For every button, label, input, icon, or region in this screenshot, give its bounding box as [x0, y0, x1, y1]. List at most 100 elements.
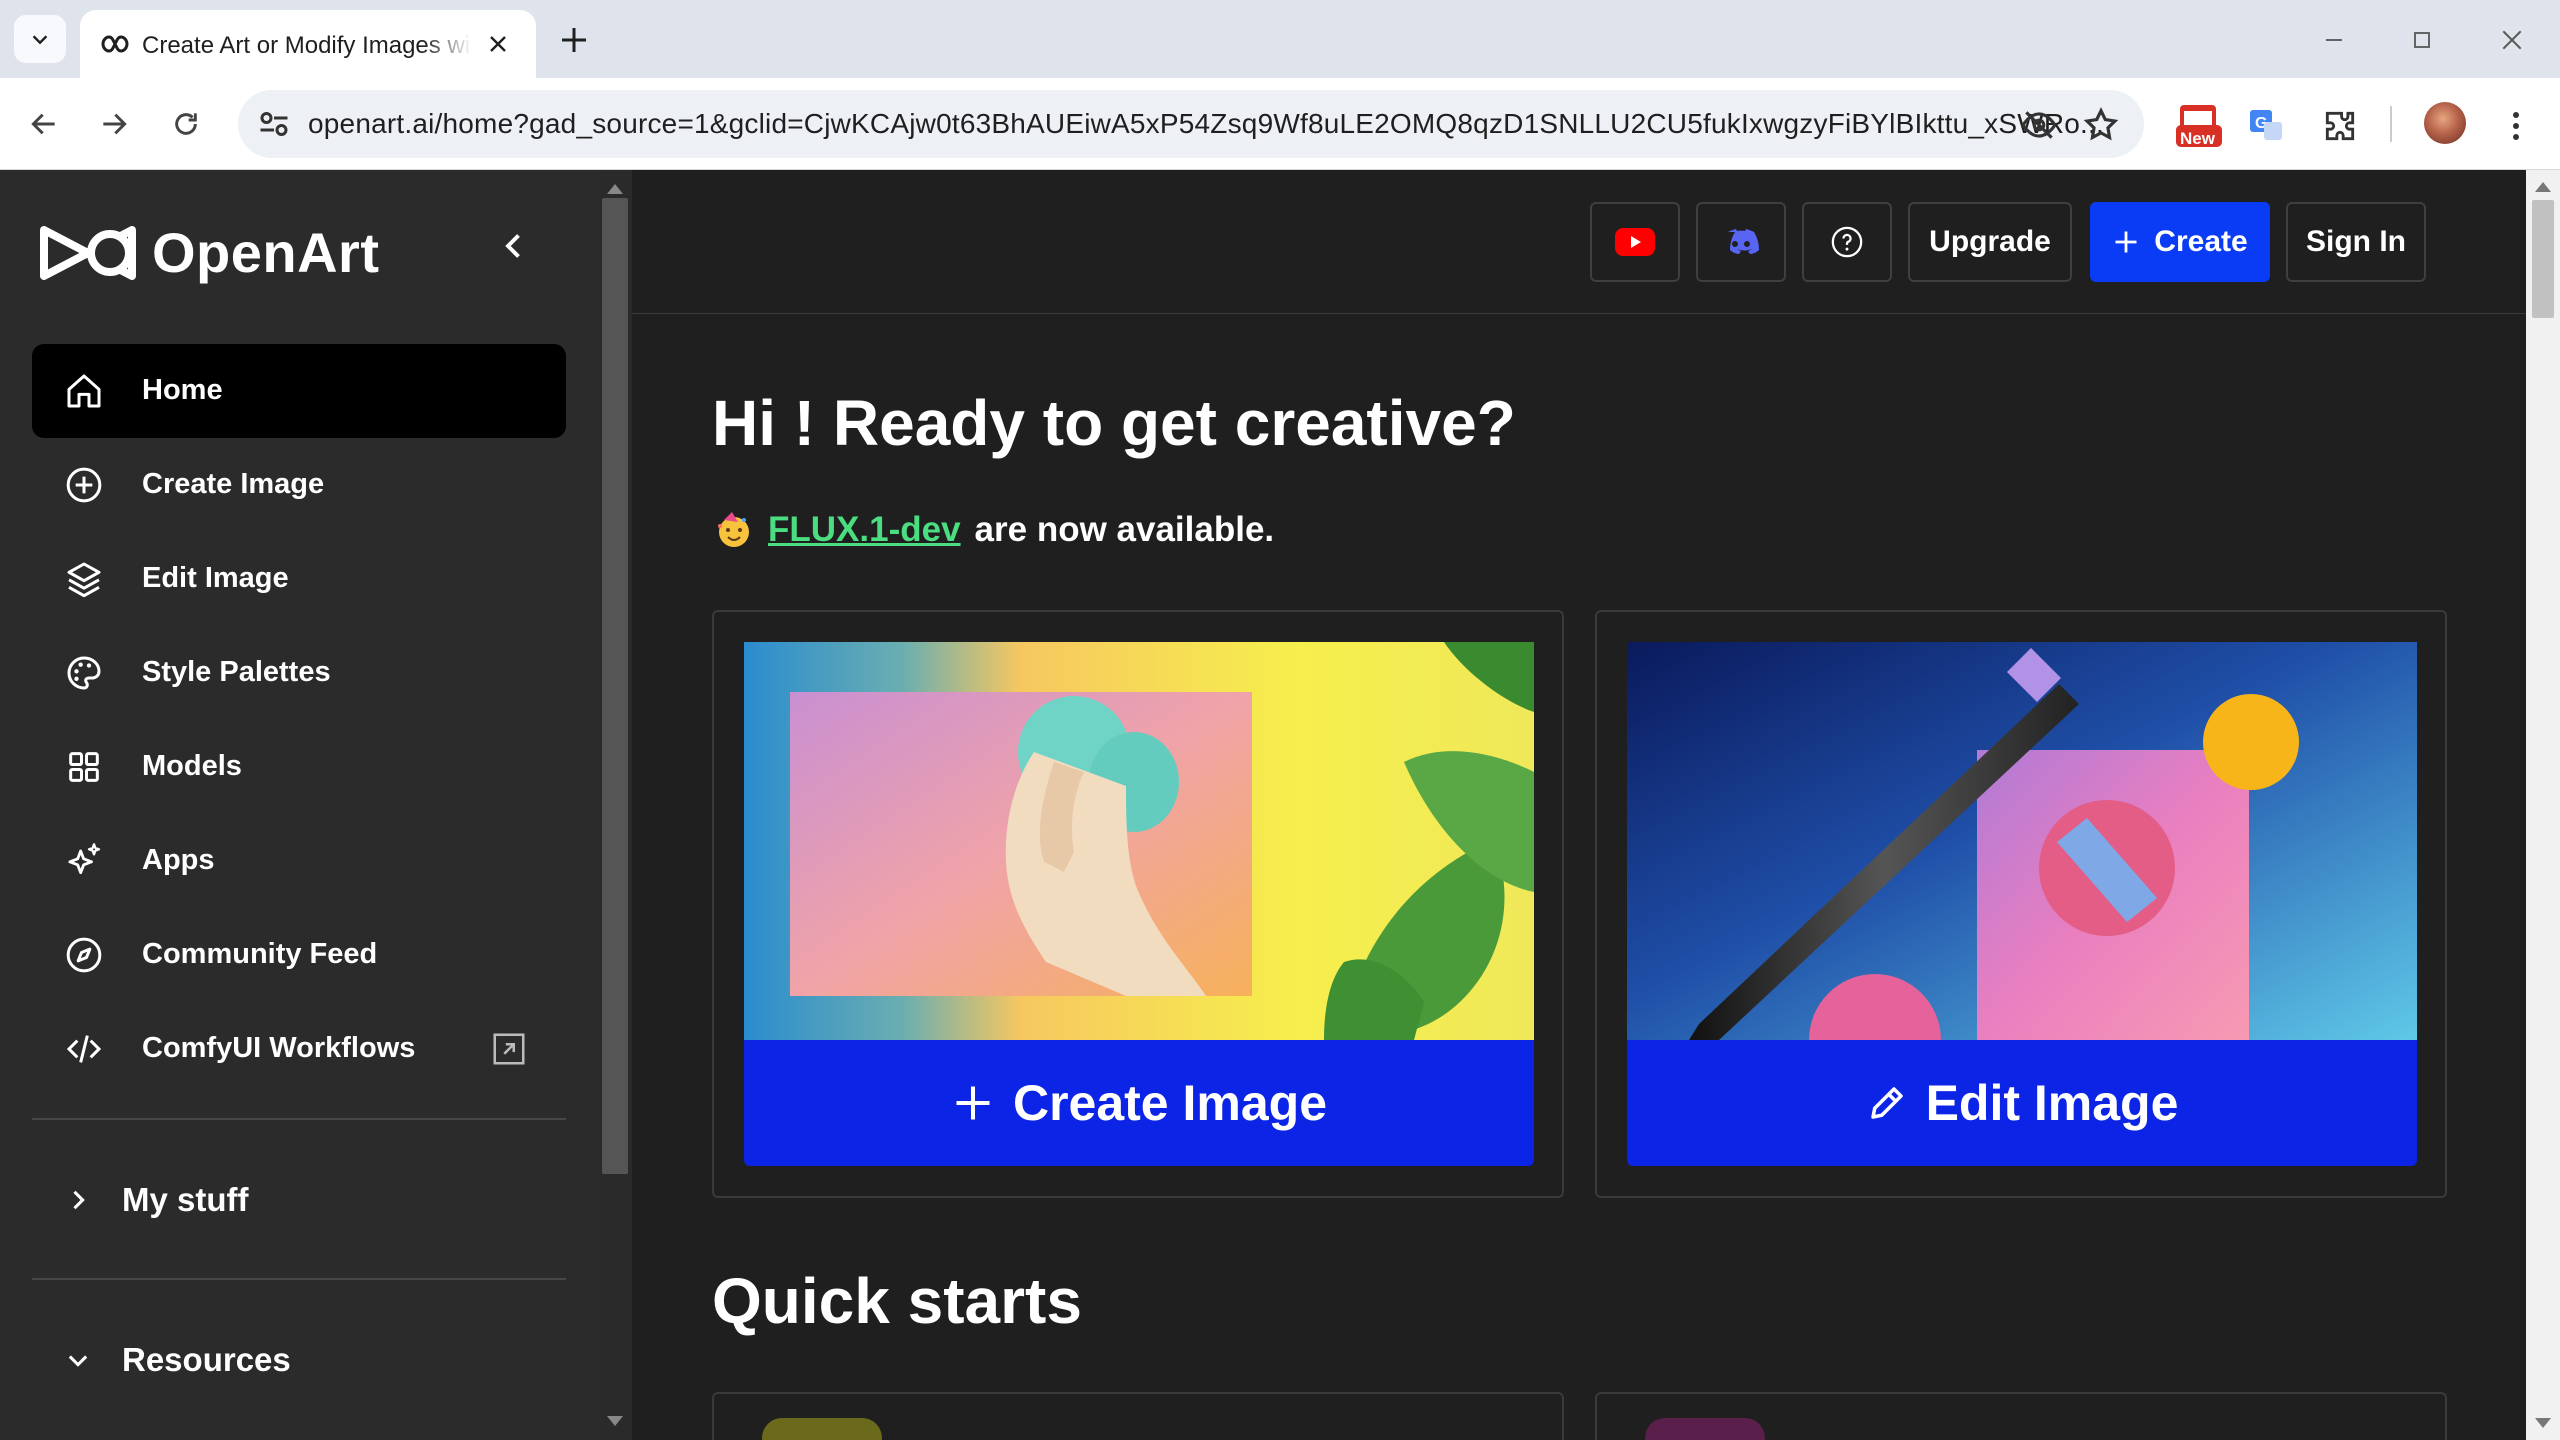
- sidebar-item-create-image[interactable]: Create Image: [32, 438, 566, 532]
- sidebar: OpenArt Home Create Image Edit Image Sty…: [0, 170, 598, 1440]
- youtube-button[interactable]: [1590, 202, 1680, 282]
- puzzle-icon: [2325, 111, 2355, 141]
- site-settings-icon[interactable]: [256, 106, 292, 142]
- sidebar-item-edit-image[interactable]: Edit Image: [32, 532, 566, 626]
- main-content: Upgrade Create Sign In Hi ! Ready to get…: [632, 170, 2526, 1440]
- compass-icon: [66, 937, 102, 973]
- forward-button[interactable]: [94, 104, 134, 144]
- sidebar-item-community-feed[interactable]: Community Feed: [32, 908, 566, 1002]
- back-button[interactable]: [24, 104, 64, 144]
- minimize-button[interactable]: [2314, 20, 2354, 60]
- edit-image-cta[interactable]: Edit Image: [1627, 1040, 2417, 1166]
- top-bar: Upgrade Create Sign In: [632, 170, 2526, 314]
- sidebar-item-label: Create Image: [142, 468, 325, 500]
- resources-label: Resources: [122, 1341, 291, 1378]
- sidebar-scrollbar[interactable]: [598, 170, 632, 1440]
- quick-start-card[interactable]: [1595, 1392, 2447, 1440]
- bookmark-star-icon[interactable]: [2082, 106, 2120, 144]
- external-link-icon: [493, 1033, 525, 1065]
- browser-tab-active[interactable]: Create Art or Modify Images with AI: [80, 10, 536, 78]
- sidebar-item-label: ComfyUI Workflows: [142, 1032, 416, 1064]
- create-button-label: Create: [2154, 225, 2248, 258]
- url-text: openart.ai/home?gad_source=1&gclid=CjwKC…: [308, 108, 2104, 139]
- extension-new-button[interactable]: New: [2174, 104, 2224, 148]
- main-scrollbar[interactable]: [2526, 170, 2560, 1440]
- extensions-button[interactable]: [2318, 104, 2362, 148]
- create-image-card[interactable]: Create Image: [712, 610, 1564, 1198]
- sidebar-item-home[interactable]: Home: [32, 344, 566, 438]
- edit-image-card[interactable]: Edit Image: [1595, 610, 2447, 1198]
- profile-avatar[interactable]: [2424, 102, 2466, 144]
- announcement: FLUX.1-dev are now available.: [714, 510, 1274, 550]
- chevron-down-icon: [32, 35, 48, 45]
- browser-menu-button[interactable]: [2494, 104, 2538, 148]
- new-tab-icon[interactable]: [556, 22, 592, 58]
- sidebar-item-apps[interactable]: Apps: [32, 814, 566, 908]
- main-scroll-thumb[interactable]: [2532, 200, 2554, 318]
- reload-icon: [175, 113, 197, 135]
- edit-image-cta-label: Edit Image: [1925, 1075, 2179, 1131]
- sidebar-item-label: Home: [142, 374, 223, 406]
- my-stuff-label: My stuff: [122, 1181, 249, 1218]
- openart-logo-icon: [40, 225, 136, 280]
- discord-icon: [1728, 229, 1759, 254]
- scroll-down-arrow-icon[interactable]: [2535, 1418, 2551, 1428]
- close-window-button[interactable]: [2492, 20, 2532, 60]
- sidebar-item-label: Models: [142, 750, 242, 782]
- maximize-button[interactable]: [2402, 20, 2442, 60]
- chevron-down-icon: [68, 1355, 88, 1367]
- create-button[interactable]: Create: [2090, 202, 2270, 282]
- scroll-up-arrow-icon[interactable]: [607, 184, 623, 194]
- pencil-icon: [1870, 1087, 1903, 1119]
- palette-icon: [67, 656, 101, 690]
- kebab-menu-icon: [2513, 112, 2519, 140]
- edit-image-illustration: [1627, 642, 2417, 1040]
- scroll-down-arrow-icon[interactable]: [607, 1416, 623, 1426]
- tab-title: Create Art or Modify Images with AI: [142, 32, 472, 59]
- chevron-right-icon: [73, 1190, 85, 1210]
- quick-start-card[interactable]: [712, 1392, 1564, 1440]
- sidebar-item-label: Style Palettes: [142, 656, 331, 688]
- my-stuff-section[interactable]: My stuff: [64, 1170, 249, 1230]
- sidebar-item-style-palettes[interactable]: Style Palettes: [32, 626, 566, 720]
- youtube-icon: [1615, 228, 1655, 256]
- sign-in-button[interactable]: Sign In: [2286, 202, 2426, 282]
- sidebar-item-label: Edit Image: [142, 562, 289, 594]
- help-button[interactable]: [1802, 202, 1892, 282]
- arrow-right-icon: [103, 113, 127, 135]
- greeting-heading: Hi ! Ready to get creative?: [712, 387, 1516, 459]
- tab-search-button[interactable]: [14, 15, 66, 63]
- reload-button[interactable]: [166, 104, 206, 144]
- plus-icon: [956, 1086, 990, 1120]
- quick-starts-heading: Quick starts: [712, 1265, 1082, 1337]
- address-bar[interactable]: openart.ai/home?gad_source=1&gclid=CjwKC…: [238, 90, 2144, 158]
- party-face-emoji-icon: [718, 512, 749, 547]
- flux-model-link[interactable]: FLUX.1-dev: [768, 510, 961, 550]
- sidebar-item-label: Community Feed: [142, 938, 378, 970]
- plus-circle-icon: [66, 467, 102, 503]
- collapse-sidebar-icon[interactable]: [496, 228, 532, 264]
- close-icon: [2502, 30, 2522, 50]
- sparkles-icon: [68, 843, 101, 875]
- sidebar-item-comfyui-workflows[interactable]: ComfyUI Workflows: [32, 1002, 566, 1096]
- scroll-up-arrow-icon[interactable]: [2535, 182, 2551, 192]
- home-icon: [67, 374, 101, 408]
- browser-toolbar: openart.ai/home?gad_source=1&gclid=CjwKC…: [0, 78, 2560, 170]
- sidebar-item-models[interactable]: Models: [32, 720, 566, 814]
- code-icon: [66, 1035, 102, 1063]
- discord-button[interactable]: [1696, 202, 1786, 282]
- maximize-icon: [2414, 32, 2430, 48]
- openart-logo[interactable]: OpenArt: [38, 220, 380, 285]
- sidebar-scroll-thumb[interactable]: [602, 198, 628, 1174]
- resources-section[interactable]: Resources: [64, 1330, 291, 1390]
- grid-icon: [69, 752, 99, 782]
- tab-close-icon[interactable]: [486, 32, 510, 56]
- translate-icon: G: [2250, 110, 2282, 140]
- create-image-cta[interactable]: Create Image: [744, 1040, 1534, 1166]
- sidebar-item-label: Apps: [142, 844, 215, 876]
- translate-extension-button[interactable]: G: [2244, 104, 2288, 148]
- browser-tab-bar: Create Art or Modify Images with AI: [0, 0, 2560, 78]
- eye-off-icon[interactable]: [2020, 106, 2058, 144]
- minimize-icon: [2326, 39, 2342, 41]
- upgrade-button[interactable]: Upgrade: [1908, 202, 2072, 282]
